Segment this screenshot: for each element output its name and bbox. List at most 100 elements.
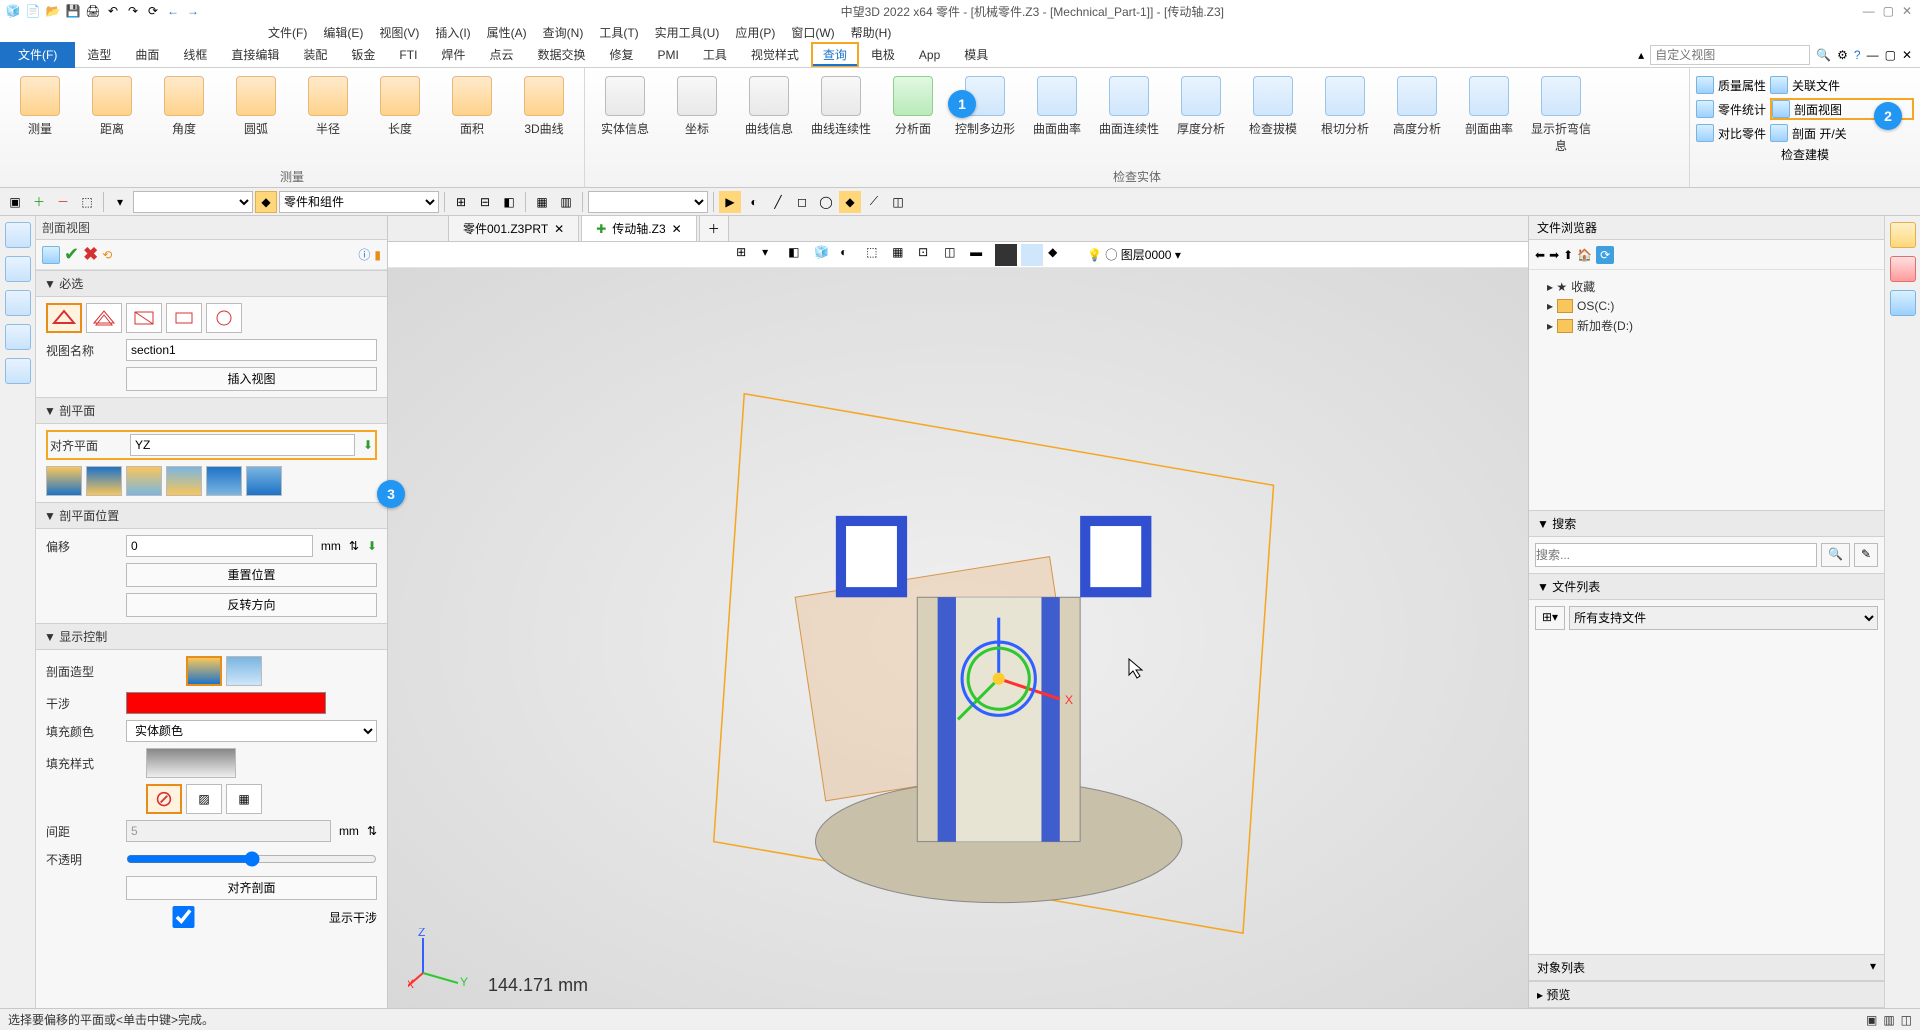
print-icon[interactable]: 🖨 xyxy=(84,2,102,20)
nav-fwd-icon[interactable]: ➡ xyxy=(1549,248,1559,262)
flip-button[interactable]: 反转方向 xyxy=(126,593,377,617)
save-icon[interactable]: 💾 xyxy=(64,2,82,20)
ribbon-file-tab[interactable]: 文件(F) xyxy=(0,42,75,68)
remove-icon[interactable]: － xyxy=(52,191,74,213)
menu-view[interactable]: 视图(V) xyxy=(371,24,427,41)
rail-icon-3[interactable] xyxy=(5,290,31,316)
minimize-button[interactable]: — xyxy=(1863,4,1875,18)
btn-analyzesurf[interactable]: 分析面 xyxy=(879,72,947,166)
cancel-button[interactable]: ✖ xyxy=(83,244,98,265)
tab-modeling[interactable]: 造型 xyxy=(75,42,123,67)
sec-planepos-header[interactable]: ▼ 剖平面位置 xyxy=(36,502,387,529)
btn-surfcurv[interactable]: 曲面曲率 xyxy=(1023,72,1091,166)
apply-icon[interactable]: ⟲ xyxy=(102,248,112,262)
insert-view-button[interactable]: 插入视图 xyxy=(126,367,377,391)
btn-angle[interactable]: 角度 xyxy=(150,72,218,166)
mdi-restore-icon[interactable]: ▢ xyxy=(1885,48,1896,62)
tab-fti[interactable]: FTI xyxy=(387,44,429,66)
pattern-hatch[interactable]: ▨ xyxy=(186,784,222,814)
linkedfile-icon[interactable] xyxy=(1770,76,1788,94)
tab-app[interactable]: App xyxy=(907,44,952,66)
pin-icon[interactable]: ▮ xyxy=(374,248,381,262)
menu-insert[interactable]: 插入(I) xyxy=(427,24,478,41)
undo-icon[interactable]: ↶ xyxy=(104,2,122,20)
offset-input[interactable] xyxy=(126,535,313,557)
new-tab-button[interactable]: ＋ xyxy=(699,215,729,241)
rail-icon-1[interactable] xyxy=(5,222,31,248)
new-icon[interactable]: 📄 xyxy=(24,2,42,20)
scope-icon[interactable]: ◆ xyxy=(255,191,277,213)
preview-icon[interactable] xyxy=(42,246,60,264)
preset-xy[interactable] xyxy=(46,466,82,496)
preset-5[interactable] xyxy=(206,466,242,496)
btn-length[interactable]: 长度 xyxy=(366,72,434,166)
show-interference-checkbox[interactable] xyxy=(46,906,321,928)
ok-button[interactable]: ✔ xyxy=(64,244,79,265)
tab-surface[interactable]: 曲面 xyxy=(123,42,171,67)
menu-window[interactable]: 窗口(W) xyxy=(783,24,842,41)
sculpt-opt-2[interactable] xyxy=(226,656,262,686)
t-icon-2[interactable]: ⊟ xyxy=(474,191,496,213)
filter-combo[interactable] xyxy=(133,191,253,213)
search-icon[interactable]: 🔍 xyxy=(1816,48,1831,62)
spacing-input[interactable] xyxy=(126,820,331,842)
back-icon[interactable]: ← xyxy=(164,2,182,20)
t-icon-9[interactable]: ◯ xyxy=(815,191,837,213)
menu-file[interactable]: 文件(F) xyxy=(260,24,315,41)
preset-xz[interactable] xyxy=(126,466,162,496)
sectype-2[interactable] xyxy=(86,303,122,333)
offset-stepper[interactable]: ⇅ xyxy=(349,539,359,553)
spacing-stepper[interactable]: ⇅ xyxy=(367,824,377,838)
vt-4[interactable]: 🧊 xyxy=(813,244,835,266)
reset-pos-button[interactable]: 重置位置 xyxy=(126,563,377,587)
menu-util[interactable]: 实用工具(U) xyxy=(647,24,728,41)
named-view-combo[interactable] xyxy=(588,191,708,213)
tab-mold[interactable]: 模具 xyxy=(952,42,1000,67)
refresh-icon[interactable]: ⟳ xyxy=(144,2,162,20)
rp-search-opts[interactable]: ✎ xyxy=(1854,543,1878,567)
menu-tools[interactable]: 工具(T) xyxy=(591,24,646,41)
sectype-1[interactable] xyxy=(46,303,82,333)
vt-3[interactable]: ◧ xyxy=(787,244,809,266)
tree-drive-c[interactable]: ▸ OS(C:) xyxy=(1535,297,1878,315)
t-icon-12[interactable]: ◫ xyxy=(887,191,909,213)
gear-icon[interactable]: ⚙ xyxy=(1837,48,1848,62)
tab-query[interactable]: 查询 xyxy=(811,42,859,67)
tree-favorites[interactable]: ▸ ★ 收藏 xyxy=(1535,276,1878,297)
menu-query[interactable]: 查询(N) xyxy=(535,24,592,41)
rail-icon-5[interactable] xyxy=(5,358,31,384)
forward-icon[interactable]: → xyxy=(184,2,202,20)
sec-display-header[interactable]: ▼ 显示控制 xyxy=(36,623,387,650)
view-name-input[interactable] xyxy=(126,339,377,361)
nav-up-icon[interactable]: ⬆ xyxy=(1563,248,1573,262)
nav-refresh-icon[interactable]: ⟳ xyxy=(1596,246,1614,264)
btn-curvecont[interactable]: 曲线连续性 xyxy=(807,72,875,166)
tab-tools[interactable]: 工具 xyxy=(691,42,739,67)
t-icon-5[interactable]: ▥ xyxy=(555,191,577,213)
vt-12[interactable] xyxy=(1021,244,1043,266)
tab-sheetmetal[interactable]: 钣金 xyxy=(339,42,387,67)
rp-filetype-select[interactable]: 所有支持文件 xyxy=(1569,606,1878,630)
status-icon-1[interactable]: ▣ xyxy=(1866,1013,1877,1027)
tab-assembly[interactable]: 装配 xyxy=(291,42,339,67)
sectiontoggle-icon[interactable] xyxy=(1770,124,1788,142)
boxselect-icon[interactable]: ⬚ xyxy=(76,191,98,213)
menu-help[interactable]: 帮助(H) xyxy=(843,24,900,41)
vt-13[interactable]: ◆ xyxy=(1047,244,1069,266)
btn-area[interactable]: 面积 xyxy=(438,72,506,166)
rp-search-input[interactable] xyxy=(1535,543,1817,567)
close-tab-icon[interactable]: ✕ xyxy=(672,222,682,236)
tab-electrode[interactable]: 电极 xyxy=(859,42,907,67)
vt-6[interactable]: ⬚ xyxy=(865,244,887,266)
btn-bendinfo[interactable]: 显示折弯信息 xyxy=(1527,72,1595,166)
btn-coord[interactable]: 坐标 xyxy=(663,72,731,166)
info-icon[interactable]: ⓘ xyxy=(358,246,370,263)
btn-draft[interactable]: 检查拔模 xyxy=(1239,72,1307,166)
compare-icon[interactable] xyxy=(1696,124,1714,142)
grad-swatch[interactable] xyxy=(146,748,236,778)
align-plane-input[interactable] xyxy=(130,434,355,456)
collapse-ribbon-icon[interactable]: ▴ xyxy=(1638,48,1644,62)
doctab-1[interactable]: 零件001.Z3PRT✕ xyxy=(448,215,579,241)
rail-icon-4[interactable] xyxy=(5,324,31,350)
rp-objlist-header[interactable]: 对象列表 ▾ xyxy=(1529,954,1884,981)
